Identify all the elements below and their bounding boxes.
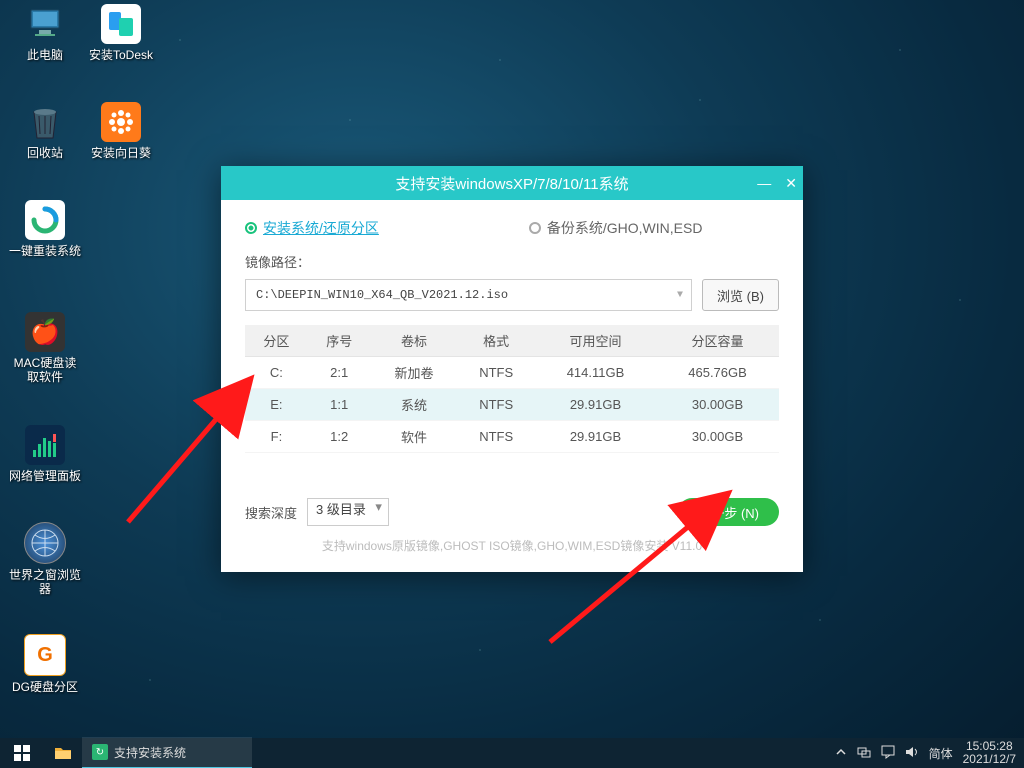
desktop-icon-sunflower[interactable]: 安装向日葵 — [84, 102, 158, 160]
install-dialog: 支持安装windowsXP/7/8/10/11系统 — ✕ 安装系统/还原分区 … — [221, 166, 803, 572]
folder-icon — [54, 745, 72, 761]
radio-backup-label: 备份系统/GHO,WIN,ESD — [547, 218, 703, 238]
volume-icon[interactable] — [905, 745, 919, 762]
partition-cell: 30.00GB — [656, 389, 779, 421]
partition-header: 卷标 — [371, 325, 458, 357]
desktop-icon-this-pc[interactable]: 此电脑 — [8, 4, 82, 62]
desktop-icon-world-browser[interactable]: 世界之窗浏览器 — [8, 522, 82, 596]
globe-icon — [24, 522, 66, 564]
windows-icon — [14, 745, 30, 761]
apple-icon: 🍎 — [25, 312, 65, 352]
desktop-icon-label: 此电脑 — [27, 48, 63, 62]
partition-cell: NTFS — [457, 357, 534, 389]
desktop-icon-label: 世界之窗浏览器 — [8, 568, 82, 596]
partition-cell: 30.00GB — [656, 421, 779, 453]
partition-cell: 465.76GB — [656, 357, 779, 389]
ime-indicator[interactable]: 简体 — [929, 745, 953, 762]
dialog-title: 支持安装windowsXP/7/8/10/11系统 — [395, 173, 628, 194]
partition-cell: F: — [245, 421, 308, 453]
desktop-icon-label: MAC硬盘读取软件 — [8, 356, 82, 384]
search-depth-select[interactable]: 3 级目录 — [307, 498, 389, 526]
desktop-icon-recycle-bin[interactable]: 回收站 — [8, 102, 82, 160]
partition-cell: 1:2 — [308, 421, 371, 453]
desktop-icon-reinstall[interactable]: 一键重装系统 — [8, 200, 82, 258]
radio-install-label: 安装系统/还原分区 — [263, 218, 379, 238]
system-tray: 简体 15:05:28 2021/12/7 — [827, 738, 1024, 768]
monitor-icon — [25, 4, 65, 44]
reinstall-icon — [25, 200, 65, 240]
desktop-icon-label: 安装ToDesk — [89, 48, 153, 62]
partition-cell: 新加卷 — [371, 357, 458, 389]
image-path-label: 镜像路径： — [245, 252, 779, 271]
partition-cell: E: — [245, 389, 308, 421]
image-path-value: C:\DEEPIN_WIN10_X64_QB_V2021.12.iso — [256, 288, 508, 302]
desktop-icon-todesk[interactable]: 安装ToDesk — [84, 4, 158, 62]
trash-icon — [25, 102, 65, 142]
taskbar-clock[interactable]: 15:05:28 2021/12/7 — [963, 740, 1016, 766]
partition-cell: 1:1 — [308, 389, 371, 421]
close-button[interactable]: ✕ — [785, 175, 797, 192]
partition-cell: 414.11GB — [535, 357, 656, 389]
tray-chevron-icon[interactable] — [835, 746, 847, 761]
installer-icon: ↻ — [92, 744, 108, 760]
radio-backup[interactable]: 备份系统/GHO,WIN,ESD — [529, 218, 703, 238]
desktop-icon-mac-hd[interactable]: 🍎 MAC硬盘读取软件 — [8, 312, 82, 384]
partition-table: 分区序号卷标格式可用空间分区容量 C:2:1新加卷NTFS414.11GB465… — [245, 325, 779, 453]
partition-row[interactable]: C:2:1新加卷NTFS414.11GB465.76GB — [245, 357, 779, 389]
radio-install-restore[interactable]: 安装系统/还原分区 — [245, 218, 379, 238]
next-button[interactable]: 下一步 (N) — [678, 498, 779, 526]
partition-row[interactable]: E:1:1系统NTFS29.91GB30.00GB — [245, 389, 779, 421]
desktop-icon-label: 一键重装系统 — [9, 244, 81, 258]
chevron-down-icon: ▼ — [677, 290, 683, 301]
partition-cell: NTFS — [457, 389, 534, 421]
desktop-icon-label: DG硬盘分区 — [12, 680, 78, 694]
todesk-icon — [101, 4, 141, 44]
taskbar-explorer[interactable] — [44, 738, 82, 768]
start-button[interactable] — [0, 738, 44, 768]
minimize-button[interactable]: — — [757, 175, 771, 191]
desktop-icon-label: 回收站 — [27, 146, 63, 160]
partition-cell: 软件 — [371, 421, 458, 453]
partition-cell: 系统 — [371, 389, 458, 421]
partition-cell: 29.91GB — [535, 421, 656, 453]
action-center-icon[interactable] — [881, 745, 895, 762]
taskbar: ↻ 支持安装系统 简体 15:05:28 2021/12/7 — [0, 738, 1024, 768]
taskbar-task-label: 支持安装系统 — [114, 744, 186, 761]
network-panel-icon — [25, 425, 65, 465]
support-text: 支持windows原版镜像,GHOST ISO镜像,GHO,WIM,ESD镜像安… — [221, 537, 803, 554]
desktop-icon-label: 网络管理面板 — [9, 469, 81, 483]
radio-dot-icon — [529, 222, 541, 234]
partition-row[interactable]: F:1:2软件NTFS29.91GB30.00GB — [245, 421, 779, 453]
partition-header: 格式 — [457, 325, 534, 357]
image-path-dropdown[interactable]: C:\DEEPIN_WIN10_X64_QB_V2021.12.iso ▼ — [245, 279, 692, 311]
sunflower-icon — [101, 102, 141, 142]
partition-header: 分区 — [245, 325, 308, 357]
taskbar-task-installer[interactable]: ↻ 支持安装系统 — [82, 737, 252, 768]
partition-cell: 2:1 — [308, 357, 371, 389]
partition-cell: C: — [245, 357, 308, 389]
radio-dot-icon — [245, 222, 257, 234]
taskbar-date: 2021/12/7 — [963, 753, 1016, 766]
partition-cell: 29.91GB — [535, 389, 656, 421]
desktop-icon-net-panel[interactable]: 网络管理面板 — [8, 425, 82, 483]
desktop-icon-label: 安装向日葵 — [91, 146, 151, 160]
partition-header: 分区容量 — [656, 325, 779, 357]
search-depth-label: 搜索深度 — [245, 503, 297, 522]
network-icon[interactable] — [857, 745, 871, 762]
browse-button[interactable]: 浏览 (B) — [702, 279, 779, 311]
dialog-titlebar[interactable]: 支持安装windowsXP/7/8/10/11系统 — ✕ — [221, 166, 803, 200]
partition-header: 序号 — [308, 325, 371, 357]
partition-header: 可用空间 — [535, 325, 656, 357]
disk-genius-icon: G — [24, 634, 66, 676]
desktop-icon-dg[interactable]: G DG硬盘分区 — [8, 634, 82, 694]
partition-cell: NTFS — [457, 421, 534, 453]
